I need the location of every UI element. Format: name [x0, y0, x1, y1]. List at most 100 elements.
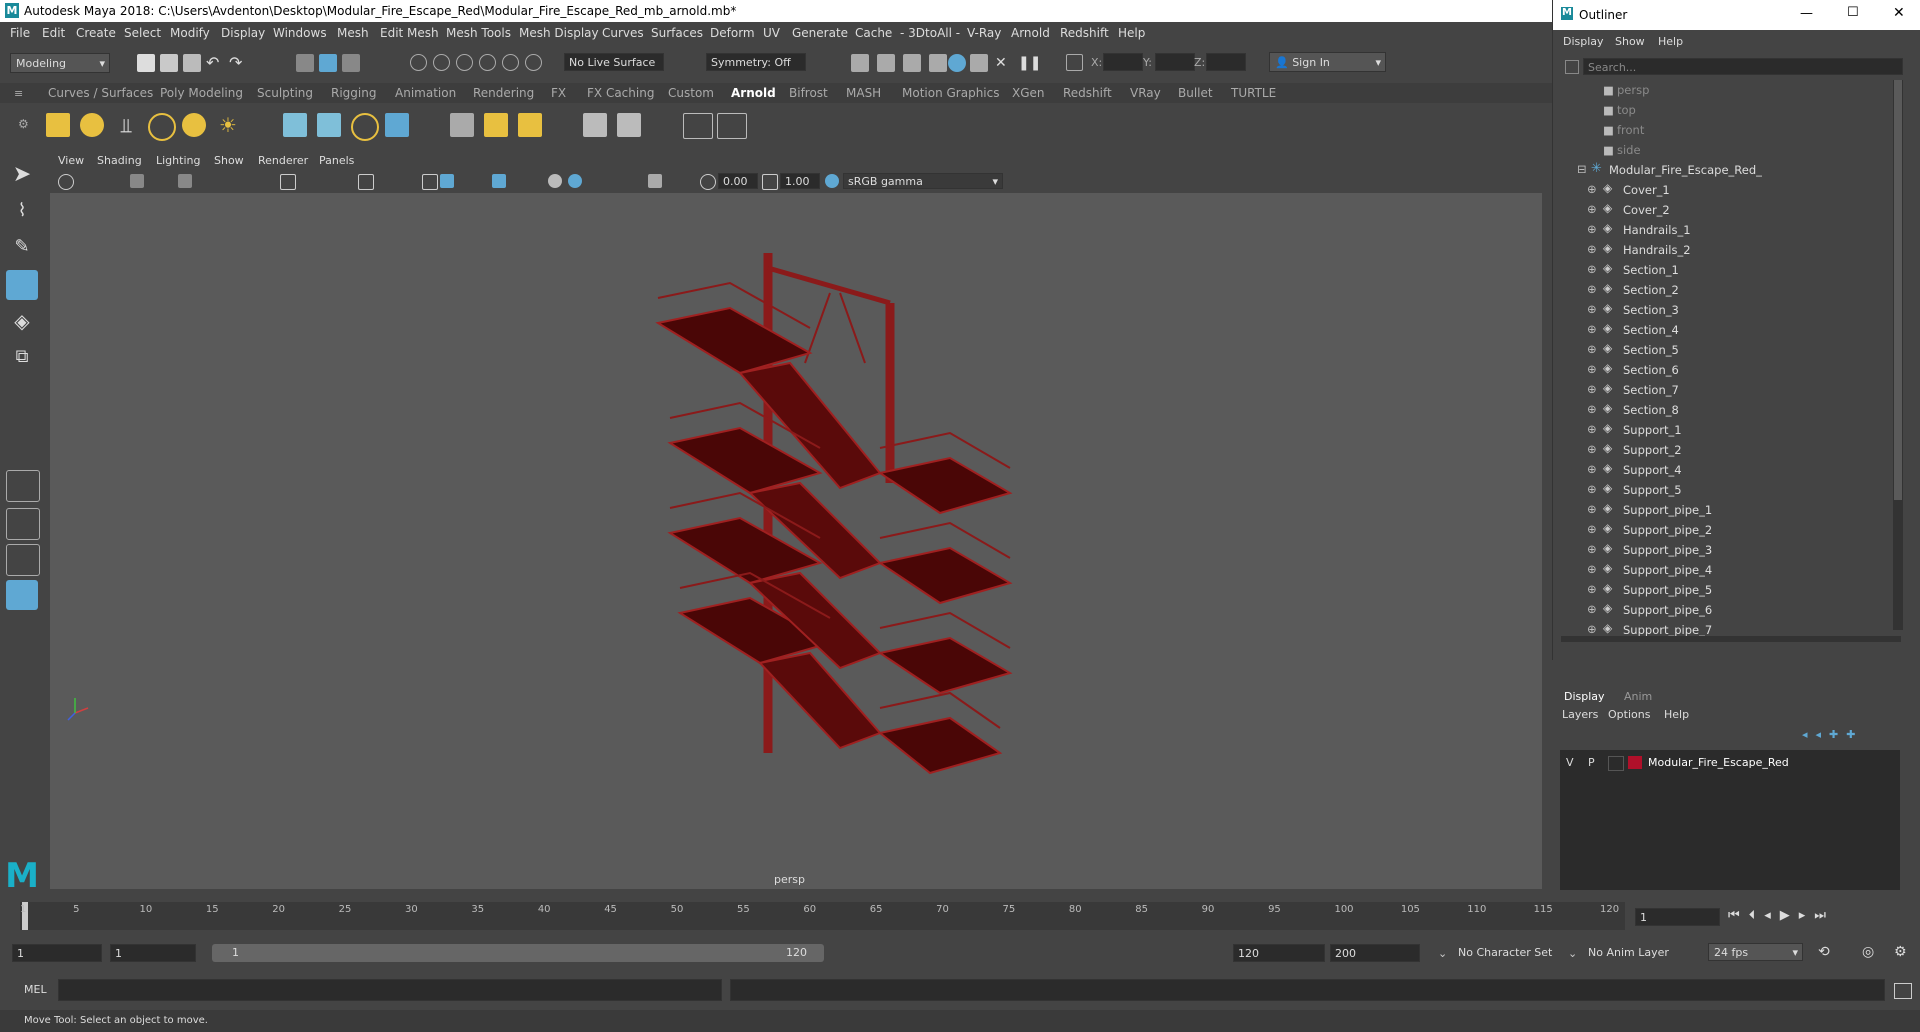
shelf-tab-fx-caching[interactable]: FX Caching [587, 86, 654, 100]
menu-mesh-tools[interactable]: Mesh Tools [446, 26, 511, 40]
viewport-menu-view[interactable]: View [58, 154, 84, 167]
viewport-menu-show[interactable]: Show [214, 154, 244, 167]
outliner-item[interactable]: ⊕ ◈ Cover_1 [1553, 180, 1893, 200]
redo-icon[interactable]: ↷ [229, 54, 247, 72]
outliner-item[interactable]: ⊕ ◈ Support_2 [1553, 440, 1893, 460]
menu-surfaces[interactable]: Surfaces [651, 26, 703, 40]
menu-redshift[interactable]: Redshift [1060, 26, 1109, 40]
expand-icon[interactable]: ⊕ [1587, 222, 1597, 236]
expand-icon[interactable]: ⊕ [1587, 202, 1597, 216]
outliner-item[interactable]: ⊕ ◈ Section_5 [1553, 340, 1893, 360]
auto-key-icon[interactable]: ◎ [1862, 944, 1874, 960]
menu-edit-mesh[interactable]: Edit Mesh [380, 26, 439, 40]
pause-icon[interactable]: ❚❚ [1018, 54, 1041, 72]
shelf-tab-arnold[interactable]: Arnold [731, 86, 776, 100]
viewport-menu-shading[interactable]: Shading [97, 154, 142, 167]
expand-icon[interactable]: ⊕ [1587, 442, 1597, 456]
operator-icon[interactable] [583, 113, 607, 137]
filter-icon[interactable] [1565, 60, 1579, 74]
menu-uv[interactable]: UV [763, 26, 780, 40]
viewport-menu-panels[interactable]: Panels [319, 154, 354, 167]
delete-cache-icon[interactable] [518, 113, 542, 137]
viewport-menu-renderer[interactable]: Renderer [258, 154, 308, 167]
layer-color-swatch[interactable] [1628, 756, 1642, 769]
layer-menu-layers[interactable]: Layers [1562, 708, 1598, 721]
persp-outliner-layout-icon[interactable] [6, 544, 40, 576]
playback-start-field[interactable]: 1 [110, 944, 196, 962]
menu-modify[interactable]: Modify [170, 26, 210, 40]
menu-file[interactable]: File [10, 26, 30, 40]
shelf-settings-icon[interactable]: ⚙ [18, 117, 29, 131]
expand-icon[interactable]: ⊕ [1587, 322, 1597, 336]
outliner-item-persp[interactable]: ■ persp [1553, 80, 1893, 100]
expand-icon[interactable]: ⊕ [1587, 382, 1597, 396]
expand-icon[interactable]: ⊕ [1587, 182, 1597, 196]
menu-deform[interactable]: Deform [710, 26, 755, 40]
shelf-tab-poly-modeling[interactable]: Poly Modeling [160, 86, 243, 100]
collapse-icon[interactable]: ⊟ [1577, 162, 1587, 176]
render-view-eye-icon[interactable] [683, 113, 713, 139]
outliner-item[interactable]: ⊕ ◈ Support_pipe_6 [1553, 600, 1893, 620]
loop-icon[interactable]: ⟲ [1818, 944, 1830, 960]
outliner-item-top[interactable]: ■ top [1553, 100, 1893, 120]
new-scene-icon[interactable] [137, 54, 155, 72]
rotate-tool-icon[interactable]: ◈ [6, 306, 38, 336]
shelf-tab-bullet[interactable]: Bullet [1178, 86, 1213, 100]
shelf-tab-curves-surfaces[interactable]: Curves / Surfaces [48, 86, 153, 100]
arnold-render-icon[interactable]: ✕ [995, 54, 1013, 72]
current-frame-field[interactable]: 1 [1635, 908, 1720, 926]
expand-icon[interactable]: ⊕ [1587, 482, 1597, 496]
layer-tab-anim[interactable]: Anim [1624, 690, 1652, 703]
paint-select-tool-icon[interactable]: ✎ [6, 232, 38, 262]
render-play-icon[interactable] [717, 113, 747, 139]
single-perspective-layout-icon[interactable] [6, 470, 40, 502]
menu-mesh-display[interactable]: Mesh Display [519, 26, 599, 40]
outliner-item[interactable]: ⊕ ◈ Section_7 [1553, 380, 1893, 400]
shelf-tab-redshift[interactable]: Redshift [1063, 86, 1112, 100]
outliner-scrollbar[interactable] [1893, 80, 1903, 630]
save-scene-icon[interactable] [183, 54, 201, 72]
render-sequence-icon[interactable] [877, 54, 895, 72]
menu-generate[interactable]: Generate [792, 26, 848, 40]
select-object-icon[interactable] [319, 54, 337, 72]
gamma-icon[interactable] [762, 174, 778, 190]
outliner-item[interactable]: ⊕ ◈ Handrails_2 [1553, 240, 1893, 260]
volume-icon[interactable] [351, 113, 379, 141]
menu-curves[interactable]: Curves [602, 26, 644, 40]
layer-menu-help[interactable]: Help [1664, 708, 1689, 721]
minimize-icon[interactable]: — [1800, 6, 1813, 21]
gamma-field[interactable]: 1.00 [780, 173, 820, 189]
layer-tab-display[interactable]: Display [1564, 690, 1605, 703]
shelf-tab-turtle[interactable]: TURTLE [1231, 86, 1276, 100]
outliner-item[interactable]: ⊕ ◈ Support_pipe_2 [1553, 520, 1893, 540]
menu-arnold[interactable]: Arnold [1011, 26, 1050, 40]
go-to-start-icon[interactable]: ⏮ [1728, 908, 1749, 923]
menu-help[interactable]: Help [1118, 26, 1145, 40]
isolate-select-icon[interactable] [648, 174, 662, 188]
outliner-item[interactable]: ⊕ ◈ Section_4 [1553, 320, 1893, 340]
go-to-end-icon[interactable]: ⏭ [1814, 908, 1835, 923]
skydome-light-icon[interactable] [148, 113, 176, 141]
outliner-item[interactable]: ⊕ ◈ Support_pipe_5 [1553, 580, 1893, 600]
snap-grid-icon[interactable] [410, 54, 427, 71]
shelf-tab-bifrost[interactable]: Bifrost [789, 86, 828, 100]
menu-windows[interactable]: Windows [273, 26, 327, 40]
outliner-item[interactable]: ⊕ ◈ Support_pipe_3 [1553, 540, 1893, 560]
outliner-menu-help[interactable]: Help [1658, 35, 1683, 48]
hypershade-icon[interactable] [948, 54, 966, 72]
transform-icon[interactable] [1066, 54, 1083, 71]
outliner-item[interactable]: ⊕ ◈ Section_8 [1553, 400, 1893, 420]
playback-end-field[interactable]: 120 [1233, 944, 1325, 962]
snap-curve-icon[interactable] [433, 54, 450, 71]
select-hierarchy-icon[interactable] [296, 54, 314, 72]
z-field[interactable] [1206, 53, 1246, 71]
preferences-icon[interactable]: ⚙ [1894, 944, 1907, 960]
shelf-tab-rigging[interactable]: Rigging [331, 86, 376, 100]
expand-icon[interactable]: ⊕ [1587, 582, 1597, 596]
menu-create[interactable]: Create [76, 26, 116, 40]
layer-visibility-toggle[interactable]: V [1566, 756, 1574, 769]
outliner-item[interactable]: ⊕ ◈ Support_pipe_1 [1553, 500, 1893, 520]
render-view-icon[interactable] [970, 54, 988, 72]
step-back-key-icon[interactable]: ⏴ [1749, 908, 1765, 923]
outliner-layout-icon[interactable] [6, 580, 38, 610]
